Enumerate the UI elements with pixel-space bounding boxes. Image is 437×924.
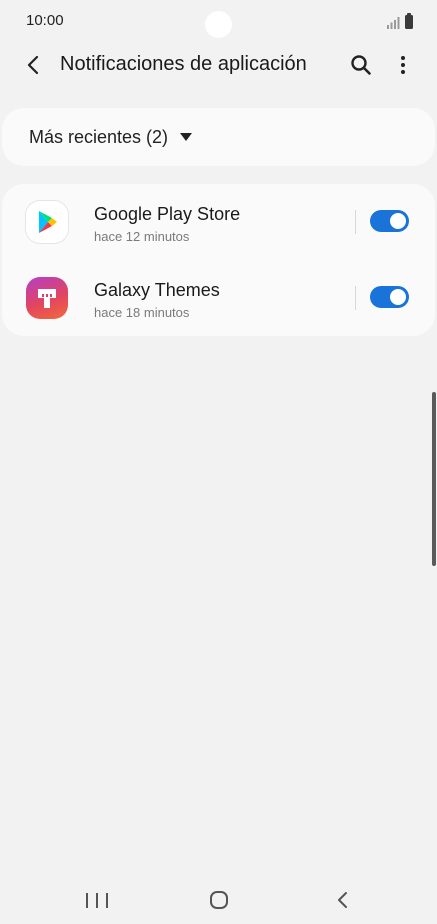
home-button[interactable] — [208, 889, 230, 911]
more-vertical-icon — [401, 56, 405, 74]
status-bar: 10:00 — [0, 0, 437, 42]
recents-icon — [86, 892, 88, 908]
home-icon — [210, 891, 228, 909]
notification-toggle-galaxy-themes[interactable] — [370, 286, 409, 308]
status-icons — [387, 13, 413, 29]
more-options-button[interactable] — [388, 50, 418, 80]
galaxy-themes-icon — [26, 277, 68, 319]
app-row-google-play-store[interactable]: Google Play Store hace 12 minutos — [2, 184, 435, 260]
app-name: Galaxy Themes — [94, 280, 220, 300]
app-notification-list: Google Play Store hace 12 minutos Galaxy… — [2, 184, 435, 336]
caret-down-icon — [180, 133, 193, 141]
back-icon — [338, 892, 347, 908]
search-button[interactable] — [346, 50, 376, 80]
page-title: Notificaciones de aplicación — [60, 53, 307, 75]
camera-cutout — [205, 11, 232, 38]
app-time: hace 12 minutos — [94, 229, 190, 244]
notification-toggle-google-play-store[interactable] — [370, 210, 409, 232]
back-button[interactable] — [18, 50, 48, 80]
scrollbar[interactable] — [432, 392, 436, 566]
status-time: 10:00 — [26, 12, 64, 29]
recents-icon — [96, 892, 98, 908]
row-divider — [355, 286, 356, 310]
filter-label: Más recientes (2) — [29, 126, 169, 147]
toggle-knob — [388, 211, 408, 231]
google-play-icon — [26, 201, 68, 243]
app-time: hace 18 minutos — [94, 305, 190, 320]
signal-icon — [387, 17, 400, 29]
app-name: Google Play Store — [94, 204, 241, 224]
nav-back-button[interactable] — [332, 889, 354, 911]
search-icon — [351, 55, 371, 75]
sort-filter-dropdown[interactable]: Más recientes (2) — [2, 108, 435, 166]
app-row-galaxy-themes[interactable]: Galaxy Themes hace 18 minutos — [2, 260, 435, 336]
chevron-left-icon — [27, 55, 39, 75]
battery-icon — [405, 13, 413, 29]
toggle-knob — [388, 287, 408, 307]
recents-icon — [106, 892, 108, 908]
navigation-bar — [0, 876, 437, 924]
row-divider — [355, 210, 356, 234]
app-bar: Notificaciones de aplicación — [0, 42, 437, 88]
recents-button[interactable] — [86, 890, 108, 910]
